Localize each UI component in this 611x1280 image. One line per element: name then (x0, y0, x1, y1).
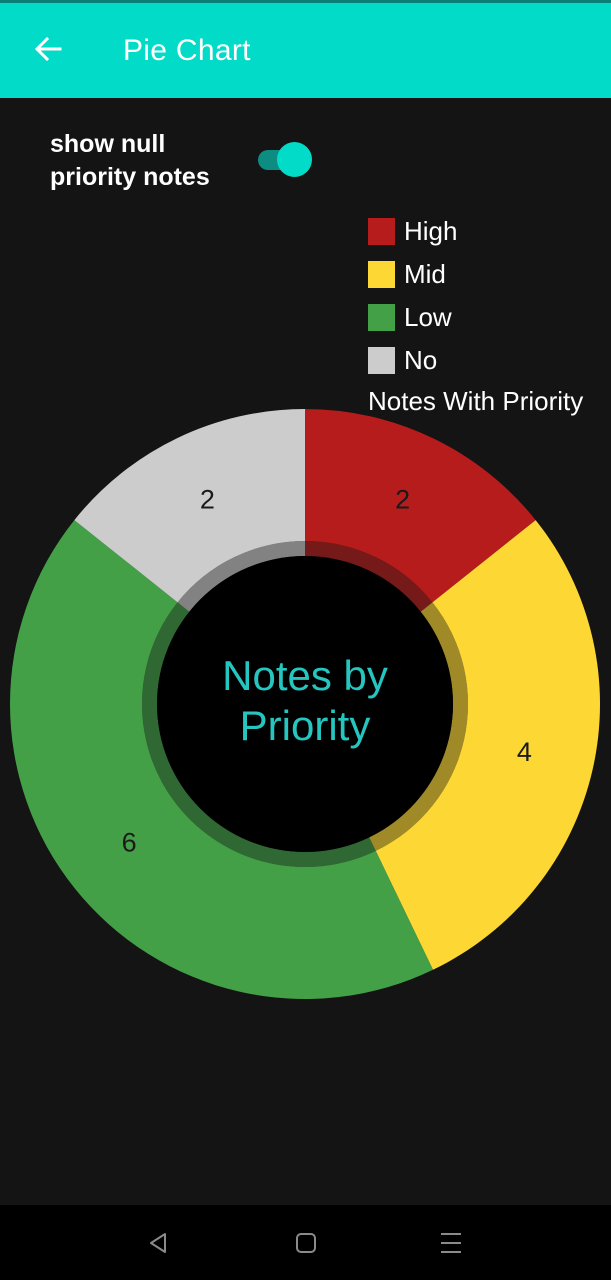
pie-data-label-mid: 4 (517, 737, 532, 767)
pie-chart: 2 4 6 2 Notes by Priority (9, 409, 600, 1000)
home-square-icon (296, 1233, 316, 1253)
legend-swatch-high (368, 218, 395, 245)
legend-label-low: Low (404, 302, 452, 332)
menu-lines-icon (441, 1233, 461, 1253)
back-triangle-icon (150, 1233, 166, 1253)
pie-data-label-no: 2 (200, 484, 215, 514)
chart-center-title-line: Priority (240, 702, 371, 749)
nav-home-button[interactable] (286, 1223, 326, 1263)
legend-label-no: No (404, 345, 438, 375)
nav-back-button[interactable] (138, 1223, 178, 1263)
nav-menu-button[interactable] (431, 1223, 471, 1263)
system-nav-bar (0, 1205, 611, 1280)
chart-center-title-line: Notes by (222, 652, 388, 699)
legend-label-mid: Mid (404, 259, 446, 289)
legend-swatch-low (368, 304, 395, 331)
pie-data-label-high: 2 (395, 484, 410, 514)
legend-swatch-no (368, 347, 395, 374)
pie-data-label-low: 6 (122, 827, 137, 857)
legend-swatch-mid (368, 261, 395, 288)
legend-label-high: High (404, 216, 458, 246)
legend-title: Notes With Priority (368, 386, 584, 416)
screen: Pie Chart show null priority notes 2462N… (0, 0, 611, 1280)
